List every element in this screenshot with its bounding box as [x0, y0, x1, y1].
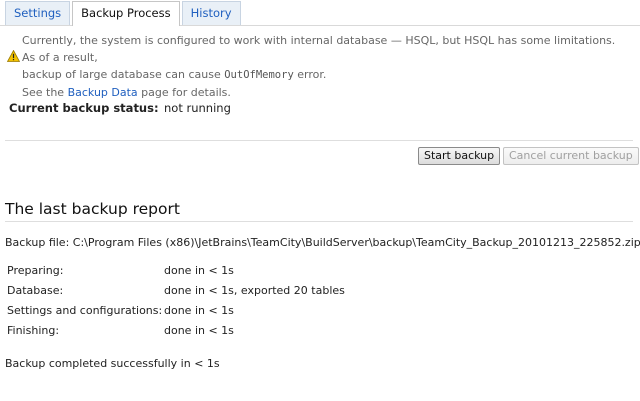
warning-line-2-suffix: error.: [293, 68, 327, 81]
tab-history[interactable]: History: [181, 1, 241, 25]
backup-file-label: Backup file:: [5, 236, 70, 249]
backup-status-label: Current backup status:: [9, 101, 159, 115]
start-backup-button[interactable]: Start backup: [418, 147, 501, 165]
warning-icon: [6, 49, 21, 62]
cancel-backup-button[interactable]: Cancel current backup: [503, 147, 639, 165]
backup-completed-message: Backup completed successfully in < 1s: [5, 357, 220, 370]
report-title-divider: [5, 221, 633, 222]
row-label: Preparing:: [7, 264, 64, 277]
row-value: done in < 1s: [164, 264, 234, 277]
backup-file-line: Backup file: C:\Program Files (x86)\JetB…: [5, 236, 640, 249]
backup-file-path: C:\Program Files (x86)\JetBrains\TeamCit…: [72, 236, 640, 249]
outofmemory-code: OutOfMemory: [224, 69, 294, 81]
warning-line-3: See the Backup Data page for details.: [22, 84, 632, 101]
row-value: done in < 1s, exported 20 tables: [164, 284, 345, 297]
tab-backup-process[interactable]: Backup Process: [72, 1, 180, 26]
row-value: done in < 1s: [164, 304, 234, 317]
warning-line-3-prefix: See the: [22, 86, 68, 99]
tab-bar: Settings Backup Process History: [5, 1, 243, 26]
divider: [5, 140, 633, 141]
warning-line-2: backup of large database can cause OutOf…: [22, 66, 632, 84]
warning-line-1: Currently, the system is configured to w…: [22, 34, 616, 64]
warning-line-3-suffix: page for details.: [137, 86, 231, 99]
backup-data-link[interactable]: Backup Data: [68, 86, 138, 99]
tab-settings[interactable]: Settings: [5, 1, 71, 25]
backup-status-value: not running: [164, 101, 231, 115]
warning-line-2-prefix: backup of large database can cause: [22, 68, 225, 81]
row-label: Settings and configurations:: [7, 304, 163, 317]
row-label: Database:: [7, 284, 64, 297]
table-row: Settings and configurations: done in < 1…: [7, 304, 507, 324]
row-value: done in < 1s: [164, 324, 234, 337]
report-title: The last backup report: [5, 200, 180, 218]
warning-text: Currently, the system is configured to w…: [22, 32, 632, 101]
table-row: Database: done in < 1s, exported 20 tabl…: [7, 284, 507, 304]
row-label: Finishing:: [7, 324, 60, 337]
table-row: Finishing: done in < 1s: [7, 324, 507, 344]
table-row: Preparing: done in < 1s: [7, 264, 507, 284]
report-table: Preparing: done in < 1s Database: done i…: [7, 264, 507, 344]
